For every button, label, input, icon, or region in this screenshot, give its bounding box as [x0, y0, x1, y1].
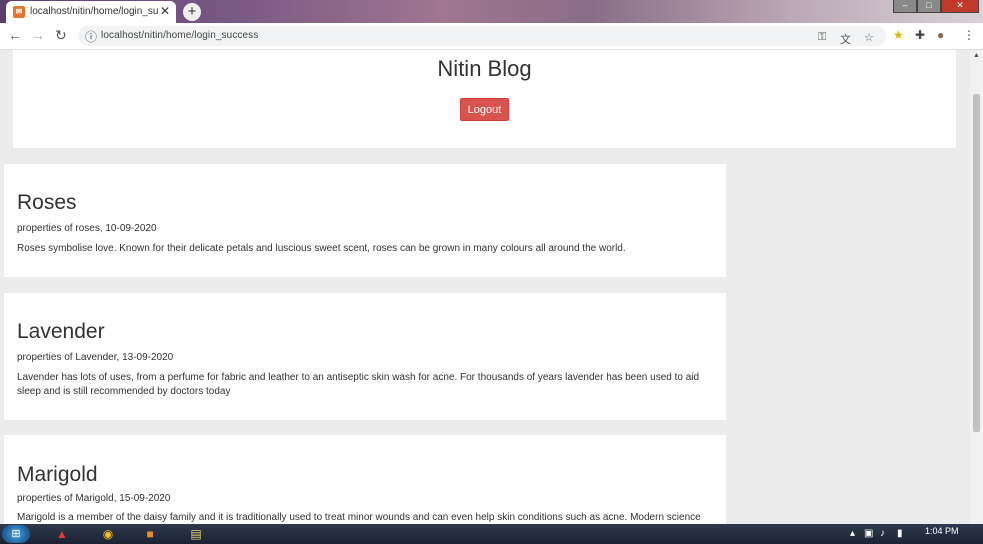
- post-title: Lavender: [17, 320, 105, 343]
- site-info-icon[interactable]: ⓘ: [85, 28, 97, 45]
- network-signal-icon[interactable]: ▮: [897, 528, 903, 539]
- file-explorer-app-icon[interactable]: ▤: [178, 525, 214, 543]
- back-icon[interactable]: ←: [8, 27, 22, 43]
- forward-icon[interactable]: →: [31, 27, 45, 43]
- volume-icon[interactable]: ♪: [880, 528, 885, 539]
- browser-titlebar: ✉ localhost/nitin/home/login_succe ✕ + –…: [0, 0, 983, 23]
- tray-device-icon[interactable]: ▣: [864, 528, 873, 539]
- start-button[interactable]: ⊞: [2, 525, 30, 543]
- xampp-app-icon[interactable]: ■: [132, 525, 168, 543]
- post-body: Lavender has lots of uses, from a perfum…: [17, 372, 700, 397]
- post-title: Roses: [17, 191, 77, 214]
- blog-header: Nitin Blog Logout: [13, 50, 956, 148]
- tab-title: localhost/nitin/home/login_succe: [30, 6, 158, 17]
- address-bar[interactable]: ⓘ localhost/nitin/home/login_success ⚿ 文…: [78, 26, 886, 46]
- bookmark-star-icon[interactable]: ☆: [864, 31, 874, 44]
- post-card: Roses properties of roses, 10-09-2020 Ro…: [4, 164, 726, 277]
- taskbar-clock[interactable]: 1:04 PM: [925, 526, 959, 536]
- scroll-up-arrow-icon[interactable]: ▲: [973, 52, 980, 59]
- post-body: Roses symbolise love. Known for their de…: [17, 243, 626, 254]
- page-viewport: Nitin Blog Logout Roses properties of ro…: [0, 50, 970, 524]
- extension-icon[interactable]: ★: [893, 28, 904, 42]
- extensions-puzzle-icon[interactable]: ✚: [915, 28, 925, 42]
- address-url[interactable]: localhost/nitin/home/login_success: [101, 30, 258, 41]
- key-icon[interactable]: ⚿: [818, 31, 826, 44]
- tray-chevron-icon[interactable]: ▴: [850, 528, 855, 539]
- scrollbar-thumb[interactable]: [973, 94, 980, 432]
- post-card: Marigold properties of Marigold, 15-09-2…: [4, 435, 726, 524]
- post-meta: properties of Lavender, 13-09-2020: [17, 352, 174, 363]
- browser-tab[interactable]: ✉ localhost/nitin/home/login_succe ✕: [6, 1, 176, 23]
- close-window-button[interactable]: ✕: [941, 0, 979, 13]
- acrobat-app-icon[interactable]: ▲: [44, 525, 80, 543]
- translate-icon[interactable]: 文: [840, 31, 851, 47]
- minimize-button[interactable]: –: [893, 0, 917, 13]
- post-meta: properties of roses, 10-09-2020: [17, 223, 157, 234]
- logout-button[interactable]: Logout: [460, 98, 509, 121]
- browser-toolbar: ← → ↻ ⓘ localhost/nitin/home/login_succe…: [0, 23, 983, 50]
- page-scrollbar[interactable]: ▲: [970, 50, 983, 524]
- post-card: Lavender properties of Lavender, 13-09-2…: [4, 293, 726, 420]
- tab-close-icon[interactable]: ✕: [160, 4, 170, 18]
- xampp-favicon-icon: ✉: [13, 6, 25, 18]
- blog-title: Nitin Blog: [437, 56, 532, 81]
- profile-avatar-icon[interactable]: ●: [937, 28, 944, 42]
- post-title: Marigold: [17, 463, 98, 486]
- maximize-button[interactable]: □: [917, 0, 941, 13]
- menu-kebab-icon[interactable]: ⋮: [963, 28, 975, 42]
- post-body: Marigold is a member of the daisy family…: [17, 512, 701, 523]
- windows-taskbar: ⊞ ▲ ◉ ■ ▤ ▴ ▣ ♪ ▮ 1:04 PM: [0, 524, 983, 544]
- post-meta: properties of Marigold, 15-09-2020: [17, 493, 171, 504]
- reload-icon[interactable]: ↻: [55, 27, 67, 44]
- chrome-app-icon[interactable]: ◉: [90, 525, 126, 543]
- window-controls: – □ ✕: [893, 0, 979, 13]
- new-tab-button[interactable]: +: [183, 3, 201, 21]
